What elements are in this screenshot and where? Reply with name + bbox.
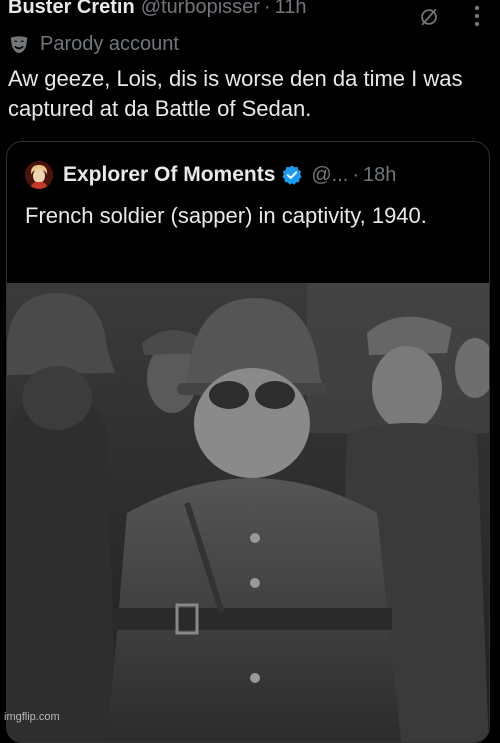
parody-label: Parody account	[40, 32, 179, 55]
separator-dot: ·	[263, 0, 271, 18]
quoted-post-text: French soldier (sapper) in captivity, 19…	[25, 203, 427, 228]
post-timestamp[interactable]: 11h	[275, 0, 307, 19]
quoted-author-name[interactable]: Explorer Of Moments	[63, 163, 275, 187]
grok-icon[interactable]	[418, 6, 440, 28]
parody-badge: Parody account	[8, 30, 179, 58]
separator-dot: ·	[352, 163, 360, 186]
author-name[interactable]: Buster Cretin	[8, 0, 135, 19]
author-handle[interactable]: @turbopisser	[141, 0, 260, 19]
parody-mask-icon	[10, 36, 28, 54]
watermark: imgflip.com	[4, 711, 60, 723]
verified-badge-icon	[282, 165, 302, 185]
post-text: Aw geeze, Lois, dis is worse den da time…	[8, 66, 463, 121]
quoted-post-card[interactable]: Explorer Of Moments @... · 18h French so…	[6, 141, 490, 743]
more-icon[interactable]	[470, 2, 484, 30]
quoted-post-timestamp[interactable]: 18h	[363, 164, 396, 187]
avatar[interactable]	[25, 161, 53, 189]
quoted-author-handle[interactable]: @...	[311, 164, 348, 187]
quoted-post-photo[interactable]	[7, 283, 489, 743]
quoted-post-header: Explorer Of Moments @... · 18h	[25, 160, 396, 190]
